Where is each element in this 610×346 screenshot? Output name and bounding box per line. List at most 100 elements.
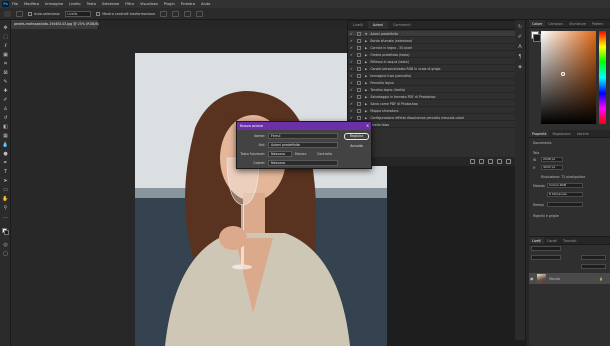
dialog-toggle-icon[interactable] <box>357 80 361 85</box>
expand-triangle-icon[interactable]: ▶ <box>365 81 367 85</box>
frame-tool-icon[interactable]: ⊠ <box>2 70 9 76</box>
dialog-toggle-icon[interactable] <box>357 101 361 106</box>
expand-triangle-icon[interactable]: ▶ <box>365 109 367 113</box>
check-icon[interactable]: ✓ <box>348 67 355 71</box>
expand-triangle-icon[interactable]: ▶ <box>365 53 367 57</box>
tab-layers[interactable]: Livelli <box>529 237 545 244</box>
dialog-toggle-icon[interactable] <box>357 59 361 64</box>
tab-sfumature[interactable]: Sfumature <box>566 20 589 27</box>
check-icon[interactable]: ✓ <box>348 109 355 113</box>
history-brush-tool-icon[interactable]: ↺ <box>2 115 9 121</box>
lasso-tool-icon[interactable]: ℓ <box>2 43 9 49</box>
dialog-toggle-icon[interactable] <box>357 38 361 43</box>
new-set-icon[interactable] <box>497 159 502 164</box>
brush-tool-icon[interactable]: ✐ <box>2 97 9 103</box>
check-icon[interactable]: ✓ <box>348 81 355 85</box>
width-input[interactable]: 2048 px <box>541 157 563 162</box>
action-row[interactable]: ✓ ▶ Riflesso in acqua (testo) <box>348 59 523 65</box>
menu-aiuto[interactable]: Aiuto <box>201 2 210 6</box>
tab-librerie[interactable]: Librerie <box>574 130 592 137</box>
background-color-swatch[interactable] <box>4 230 9 235</box>
tab-tracciati[interactable]: Tracciati <box>560 237 579 244</box>
expand-triangle-icon[interactable]: ▶ <box>365 88 367 92</box>
function-key-select[interactable]: Nessuno <box>268 151 292 157</box>
dialog-toggle-icon[interactable] <box>357 45 361 50</box>
clone-stamp-tool-icon[interactable]: ♙ <box>2 106 9 112</box>
dialog-toggle-icon[interactable] <box>357 73 361 78</box>
menu-finestra[interactable]: Finestra <box>181 2 195 6</box>
eye-icon[interactable]: ◉ <box>530 276 534 281</box>
tab-colore[interactable]: Colore <box>529 20 546 27</box>
photoshop-logo-icon[interactable]: Ps <box>2 1 9 7</box>
action-row[interactable]: ✓▶Livello falso <box>348 122 523 128</box>
action-row[interactable]: ✓ ▶ Salvataggio in formato PDF di Photosho… <box>348 94 523 100</box>
dodge-tool-icon[interactable]: ● <box>2 151 9 157</box>
menu-livello[interactable]: Livello <box>69 2 81 6</box>
check-icon[interactable]: ✓ <box>348 95 355 99</box>
align-right-icon[interactable] <box>184 10 192 17</box>
check-icon[interactable]: ✓ <box>348 88 355 92</box>
opacity-input[interactable] <box>581 255 606 260</box>
new-action-icon[interactable] <box>506 159 511 164</box>
history-icon[interactable]: ↻ <box>517 24 523 30</box>
action-set-row[interactable]: ✓ ▼ Azioni predefinite <box>348 31 523 37</box>
check-icon[interactable]: ✓ <box>348 39 355 43</box>
auto-select-checkbox[interactable] <box>28 11 32 16</box>
expand-triangle-icon[interactable]: ▶ <box>365 74 367 78</box>
dialog-toggle-icon[interactable] <box>357 66 361 71</box>
expand-triangle-icon[interactable]: ▶ <box>365 60 367 64</box>
fill-opacity-input[interactable] <box>581 264 606 269</box>
expand-triangle-icon[interactable]: ▼ <box>365 32 367 36</box>
check-icon[interactable]: ✓ <box>348 60 355 64</box>
zoom-tool-icon[interactable]: ⚲ <box>2 205 9 211</box>
action-row[interactable]: ✓ ▶ Bordo sfumato (selezione) <box>348 38 523 44</box>
expand-triangle-icon[interactable]: ▶ <box>365 67 367 71</box>
menu-modifica[interactable]: Modifica <box>24 2 39 6</box>
auto-select-dropdown[interactable]: Livello <box>65 10 92 17</box>
control-checkbox[interactable]: Controllo <box>317 152 332 156</box>
character-icon[interactable]: A <box>517 44 523 50</box>
fill-select[interactable] <box>547 202 583 207</box>
close-icon[interactable]: × <box>364 122 371 130</box>
action-row[interactable]: ✓ ▶ Tendina legno (livello) <box>348 87 523 93</box>
transform-controls-checkbox[interactable] <box>96 11 101 16</box>
action-row[interactable]: ✓ ▶ Pennello legno <box>348 80 523 86</box>
eyedropper-tool-icon[interactable]: ✎ <box>2 79 9 85</box>
object-select-tool-icon[interactable]: ▣ <box>2 52 9 58</box>
align-center-icon[interactable] <box>172 10 180 17</box>
expand-triangle-icon[interactable]: ▶ <box>365 39 367 43</box>
menu-filtro[interactable]: Filtro <box>125 2 134 6</box>
healing-brush-tool-icon[interactable]: ✚ <box>2 88 9 94</box>
play-icon[interactable] <box>488 159 493 164</box>
name-input[interactable]: Ferrul <box>268 133 338 139</box>
set-select[interactable]: Azioni predefinite <box>268 142 338 148</box>
pen-tool-icon[interactable]: ✒ <box>2 160 9 166</box>
shift-checkbox[interactable]: Maiusc <box>295 152 306 156</box>
home-icon[interactable] <box>4 10 11 17</box>
screen-mode-icon[interactable]: ▢ <box>2 251 9 257</box>
check-icon[interactable]: ✓ <box>348 46 355 50</box>
check-icon[interactable]: ✓ <box>348 32 355 36</box>
layer-name[interactable]: Sfondo <box>549 277 560 281</box>
hue-slider[interactable] <box>599 31 606 124</box>
tab-pattern[interactable]: Pattern <box>589 20 606 27</box>
height-input[interactable]: 4043 px <box>541 165 563 170</box>
gradient-tool-icon[interactable]: ▦ <box>2 133 9 139</box>
check-icon[interactable]: ✓ <box>348 116 355 120</box>
cancel-button[interactable]: Annulla <box>344 143 369 150</box>
more-options-icon[interactable] <box>196 10 204 17</box>
dialog-toggle-icon[interactable] <box>357 52 361 57</box>
tab-canali[interactable]: Canali <box>544 237 560 244</box>
dialog-toggle-icon[interactable] <box>357 94 361 99</box>
dialog-toggle-icon[interactable] <box>357 87 361 92</box>
action-row[interactable]: ✓ ▶ Immagine fusa (pennello) <box>348 73 523 79</box>
hand-tool-icon[interactable]: ✋ <box>2 196 9 202</box>
record-button[interactable]: Registra <box>344 133 369 140</box>
expand-triangle-icon[interactable]: ▶ <box>365 95 367 99</box>
menu-selezione[interactable]: Selezione <box>102 2 119 6</box>
record-icon[interactable] <box>479 159 484 164</box>
action-row[interactable]: ✓ ▶ Cornice in legno - 50 pixel <box>348 45 523 51</box>
check-icon[interactable]: ✓ <box>348 53 355 57</box>
color-picker-cursor[interactable] <box>561 72 565 76</box>
background-color-swatch[interactable] <box>533 34 541 42</box>
